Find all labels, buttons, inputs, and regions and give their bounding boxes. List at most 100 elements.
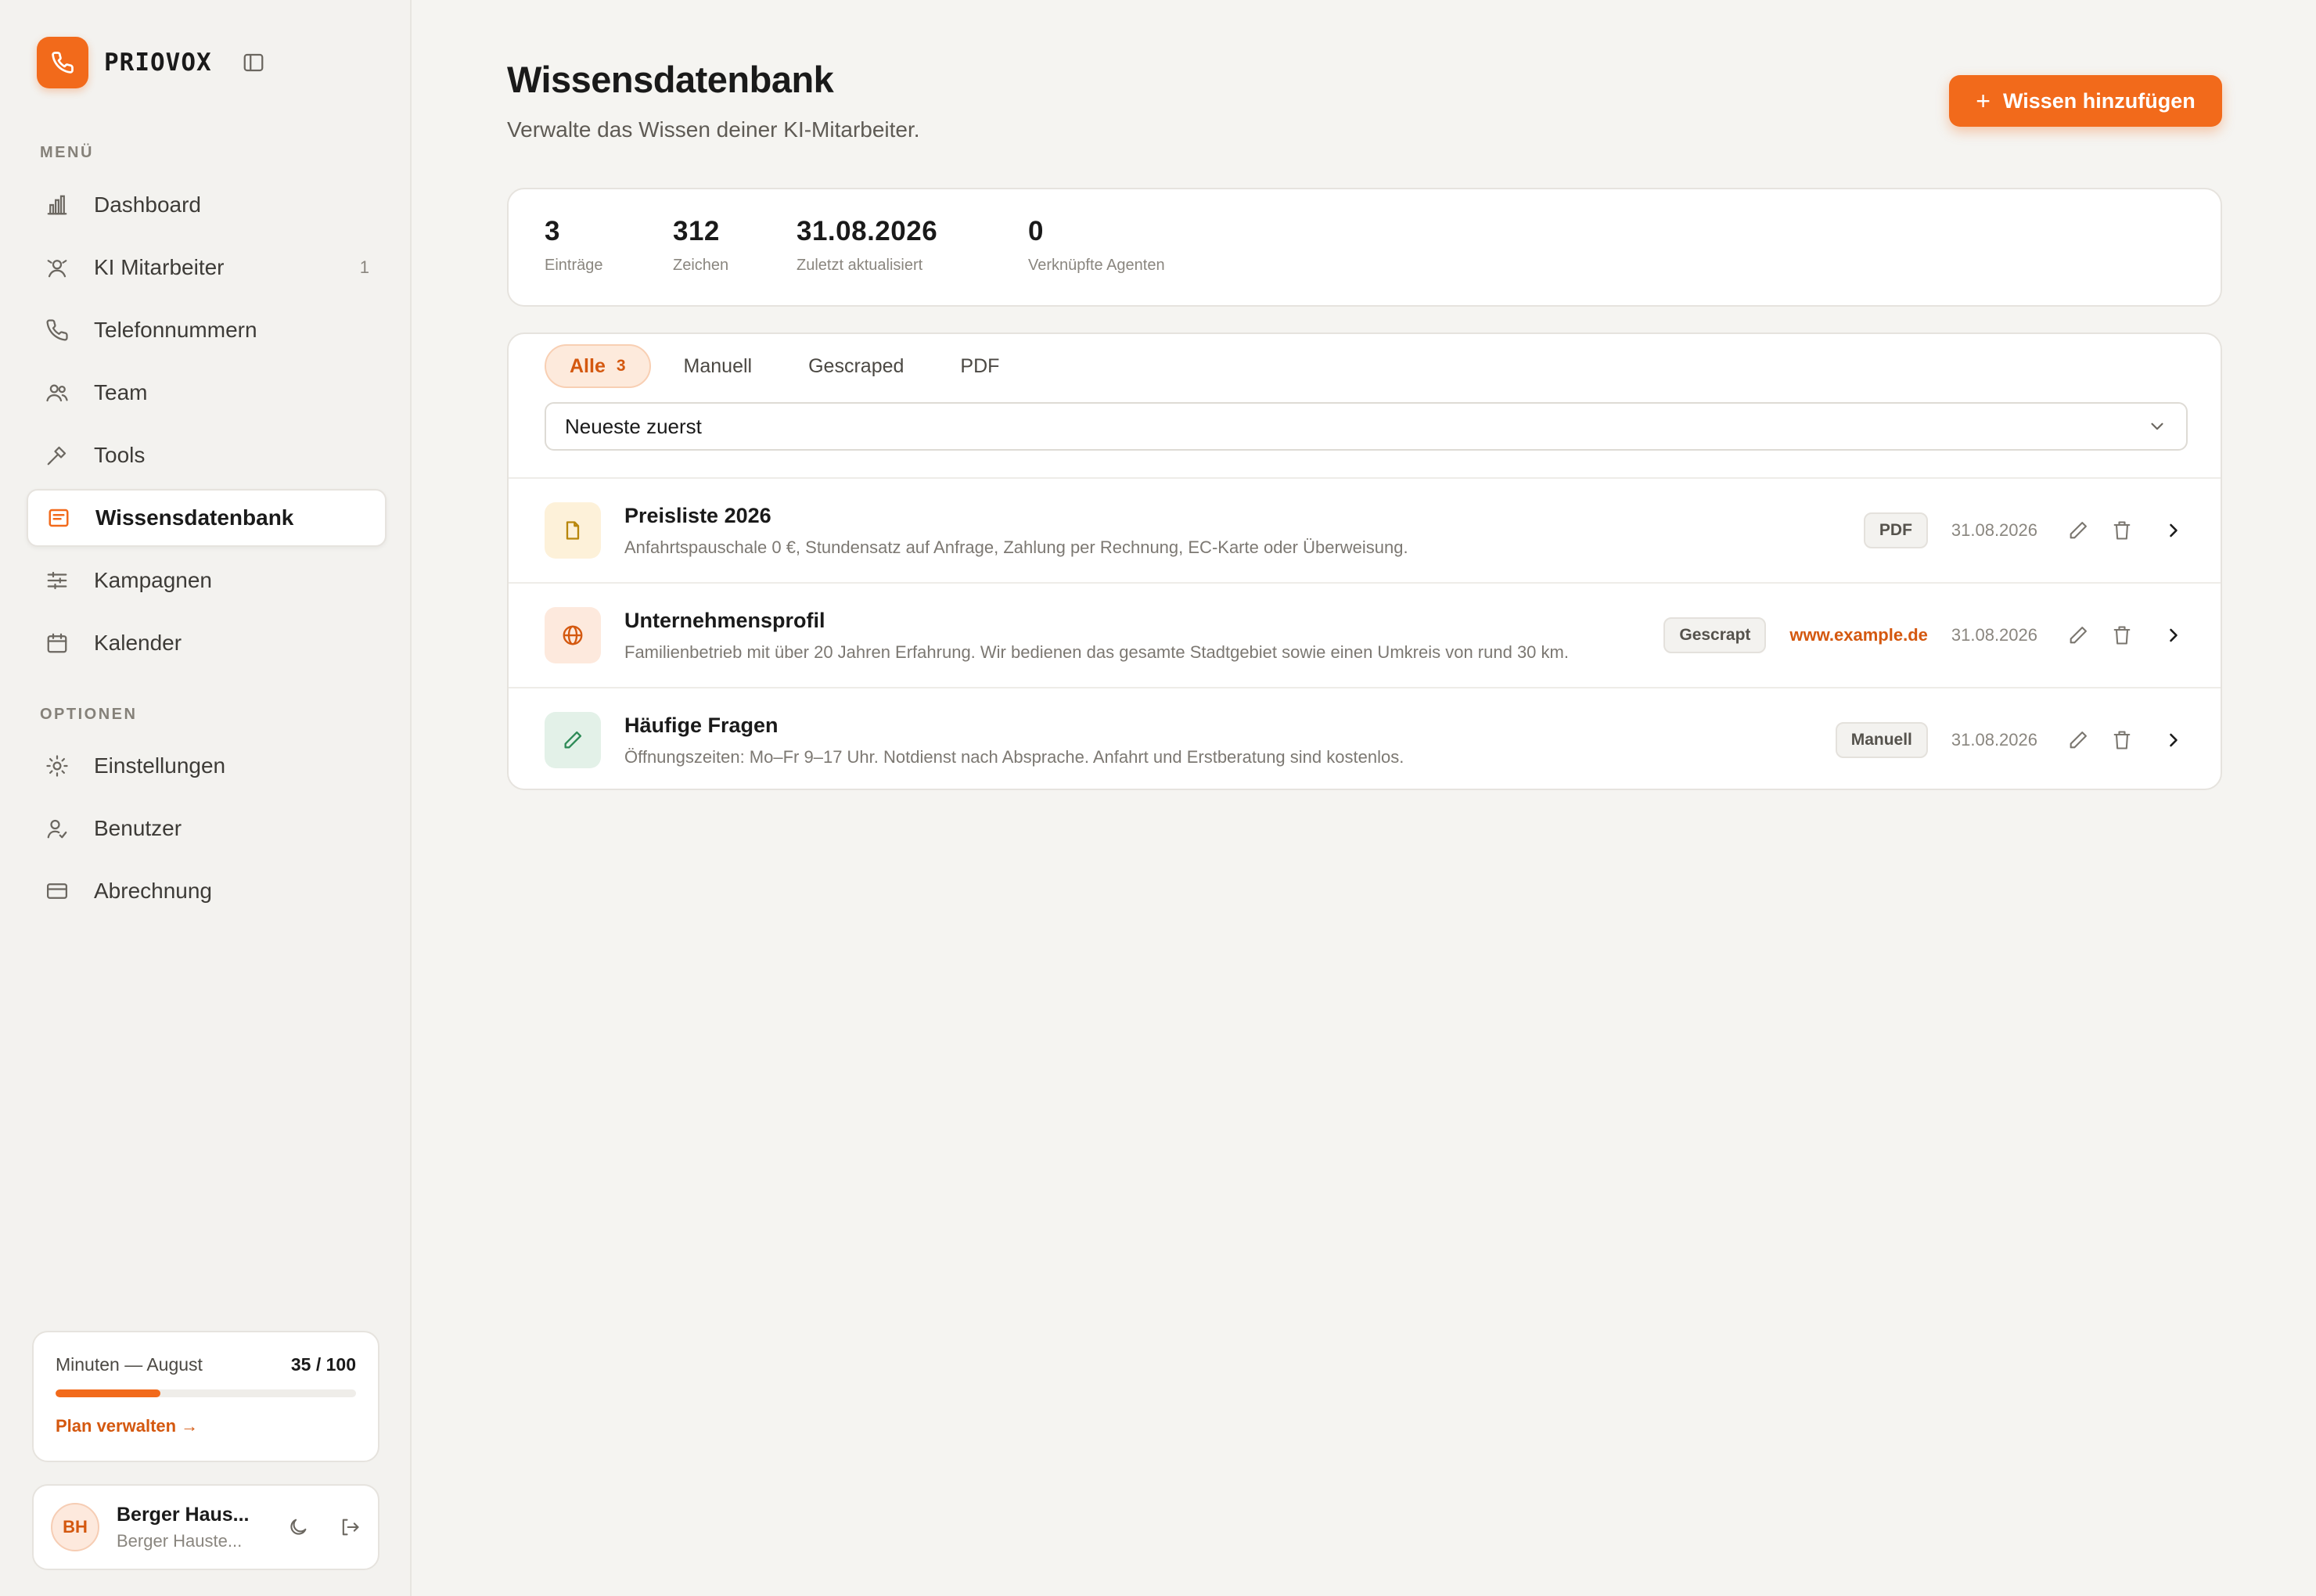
user-card: BH Berger Haus... Berger Hauste... — [32, 1484, 379, 1570]
sidebar-item-kalender[interactable]: Kalender — [27, 614, 387, 672]
sidebar-item-label: Telefonnummern — [94, 318, 257, 342]
chevron-right-icon[interactable] — [2163, 624, 2185, 646]
sidebar-item-benutzer[interactable]: Benutzer — [27, 800, 387, 857]
menu-section-label: MENÜ — [40, 144, 94, 161]
sidebar-item-team[interactable]: Team — [27, 364, 387, 422]
sidebar-item-ki-mitarbeiter[interactable]: KI Mitarbeiter 1 — [27, 239, 387, 297]
avatar[interactable]: BH — [51, 1503, 99, 1551]
tab-label: Manuell — [683, 354, 753, 377]
users-icon — [44, 379, 70, 406]
add-knowledge-label: Wissen hinzufügen — [2002, 88, 2196, 113]
sidebar-item-abrechnung[interactable]: Abrechnung — [27, 862, 387, 920]
logout-icon[interactable] — [339, 1516, 361, 1538]
edit-icon[interactable] — [2067, 624, 2089, 646]
tab-label: PDF — [960, 354, 1000, 377]
sidebar-toggle-icon[interactable] — [242, 51, 265, 74]
plus-icon: + — [1976, 86, 1991, 115]
sidebar-item-telefonnummern[interactable]: Telefonnummern — [27, 301, 387, 359]
entry-description: Anfahrtspauschale 0 €, Stundensatz auf A… — [624, 537, 1408, 557]
usage-value: 35 / 100 — [290, 1354, 356, 1375]
sort-select[interactable]: Neueste zuerst — [545, 402, 2188, 451]
source-badge: Manuell — [1835, 722, 1928, 758]
entry-date: 31.08.2026 — [1951, 520, 2037, 540]
stats-card: 3 Einträge 312 Zeichen 31.08.2026 Zuletz… — [507, 188, 2222, 307]
user-org: Berger Hauste... — [117, 1530, 243, 1551]
stat-label: Zuletzt aktualisiert — [797, 257, 923, 274]
brand-name: PRIOVOX — [104, 49, 212, 77]
sidebar-item-label: Dashboard — [94, 192, 201, 217]
entry-date: 31.08.2026 — [1951, 625, 2037, 645]
calendar-icon — [44, 630, 70, 656]
stat-value: 0 — [1028, 216, 1044, 246]
usage-progress-bar — [56, 1389, 356, 1397]
sliders-icon — [44, 567, 70, 594]
sidebar-item-einstellungen[interactable]: Einstellungen — [27, 737, 387, 795]
credit-card-icon — [44, 878, 70, 904]
sidebar-item-tools[interactable]: Tools — [27, 426, 387, 484]
stat-entries: 3 Einträge — [545, 216, 603, 275]
list-item[interactable]: Häufige Fragen Öffnungszeiten: Mo–Fr 9–1… — [509, 687, 2221, 789]
sidebar-item-wissensdatenbank[interactable]: Wissensdatenbank — [27, 489, 387, 547]
tab-alle[interactable]: Alle 3 — [545, 344, 651, 388]
entry-title: Unternehmensprofil — [624, 608, 825, 632]
stat-label: Zeichen — [673, 257, 729, 274]
trash-icon[interactable] — [2111, 519, 2133, 541]
tab-pdf[interactable]: PDF — [937, 344, 1023, 388]
entry-date: 31.08.2026 — [1951, 730, 2037, 749]
sidebar-item-label: Benutzer — [94, 816, 182, 840]
sidebar-item-label: Abrechnung — [94, 879, 213, 903]
usage-card: Minuten — August 35 / 100 Plan verwalten… — [32, 1331, 379, 1462]
edit-icon[interactable] — [2067, 519, 2089, 541]
options-nav: Einstellungen Benutzer Abrechnung — [27, 737, 387, 925]
sidebar-item-kampagnen[interactable]: Kampagnen — [27, 552, 387, 609]
sun-gear-icon — [44, 753, 70, 779]
user-check-icon — [44, 815, 70, 842]
entry-description: Öffnungszeiten: Mo–Fr 9–17 Uhr. Notdiens… — [624, 746, 1404, 767]
entry-title: Preisliste 2026 — [624, 503, 771, 527]
moon-icon[interactable] — [287, 1516, 309, 1538]
sidebar-item-label: KI Mitarbeiter — [94, 255, 225, 279]
chevron-right-icon[interactable] — [2163, 729, 2185, 751]
bar-chart-icon — [44, 192, 70, 218]
entry-title: Häufige Fragen — [624, 713, 779, 737]
sidebar-item-label: Kalender — [94, 631, 182, 655]
edit-icon[interactable] — [2067, 729, 2089, 751]
tab-manuell[interactable]: Manuell — [660, 344, 776, 388]
source-badge: PDF — [1863, 512, 1928, 548]
brand: PRIOVOX — [37, 37, 265, 88]
trash-icon[interactable] — [2111, 624, 2133, 646]
robot-icon — [44, 254, 70, 281]
chevron-down-icon — [2147, 416, 2167, 437]
stat-value: 312 — [673, 216, 720, 246]
sidebar-item-label: Team — [94, 380, 148, 404]
book-icon — [45, 505, 72, 531]
sidebar-item-label: Einstellungen — [94, 753, 226, 778]
page-subtitle: Verwalte das Wissen deiner KI-Mitarbeite… — [507, 117, 920, 142]
globe-icon — [545, 607, 601, 663]
filter-tabs: Alle 3 Manuell Gescraped PDF — [545, 343, 1023, 389]
add-knowledge-button[interactable]: + Wissen hinzufügen — [1949, 75, 2222, 127]
list-item[interactable]: Unternehmensprofil Familienbetrieb mit ü… — [509, 582, 2221, 687]
stat-value: 3 — [545, 216, 560, 246]
stat-label: Verknüpfte Agenten — [1028, 257, 1165, 274]
tab-gescraped[interactable]: Gescraped — [785, 344, 927, 388]
tab-label: Gescraped — [808, 354, 904, 377]
options-section-label: OPTIONEN — [40, 706, 138, 723]
list-item[interactable]: Preisliste 2026 Anfahrtspauschale 0 €, S… — [509, 477, 2221, 582]
document-icon — [545, 502, 601, 559]
stat-linked-agents: 0 Verknüpfte Agenten — [1028, 216, 1165, 275]
wrench-icon — [44, 442, 70, 469]
main-nav: Dashboard KI Mitarbeiter 1 Telefonnummer… — [27, 176, 387, 677]
user-name: Berger Haus... — [117, 1503, 250, 1526]
trash-icon[interactable] — [2111, 729, 2133, 751]
tab-label: Alle — [570, 354, 606, 377]
chevron-right-icon[interactable] — [2163, 519, 2185, 541]
plan-manage-link[interactable]: Plan verwalten → — [56, 1416, 198, 1436]
source-link[interactable]: www.example.de — [1789, 625, 1927, 645]
sidebar-item-dashboard[interactable]: Dashboard — [27, 176, 387, 234]
sidebar-item-label: Tools — [94, 443, 146, 467]
tab-count: 3 — [616, 357, 626, 375]
sidebar-item-label: Kampagnen — [94, 568, 213, 592]
sidebar-item-count: 1 — [359, 257, 369, 277]
sidebar-item-label: Wissensdatenbank — [95, 505, 294, 530]
